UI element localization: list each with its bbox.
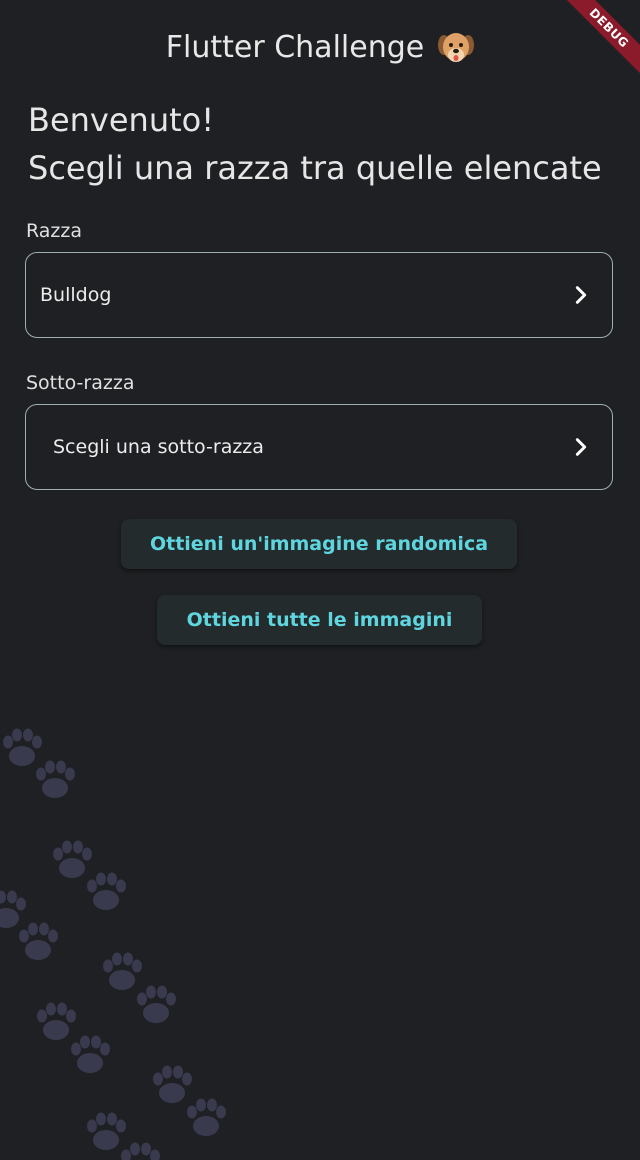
welcome-heading: Benvenuto! Scegli una razza tra quelle e… [28, 96, 628, 192]
dog-face-icon [438, 33, 475, 62]
breed-selector[interactable]: Bulldog [25, 252, 613, 338]
app-title: Flutter Challenge [165, 29, 425, 65]
welcome-line-1: Benvenuto! [28, 101, 215, 139]
random-image-button[interactable]: Ottieni un'immagine randomica [121, 519, 517, 569]
chevron-right-icon [575, 438, 587, 456]
app-bar: Flutter Challenge [0, 0, 640, 94]
all-images-button[interactable]: Ottieni tutte le immagini [157, 595, 482, 645]
sub-breed-selector[interactable]: Scegli una sotto-razza [25, 404, 613, 490]
sub-breed-value: Scegli una sotto-razza [53, 436, 264, 458]
breed-label: Razza [26, 220, 83, 242]
paw-prints-decoration [0, 728, 226, 1160]
sub-breed-label: Sotto-razza [26, 372, 135, 394]
chevron-right-icon [575, 286, 587, 304]
breed-value: Bulldog [40, 284, 112, 306]
welcome-line-2: Scegli una razza tra quelle elencate [28, 149, 602, 187]
app-screen: Flutter Challenge DEBUG Benvenuto! Scegl… [0, 0, 640, 1160]
